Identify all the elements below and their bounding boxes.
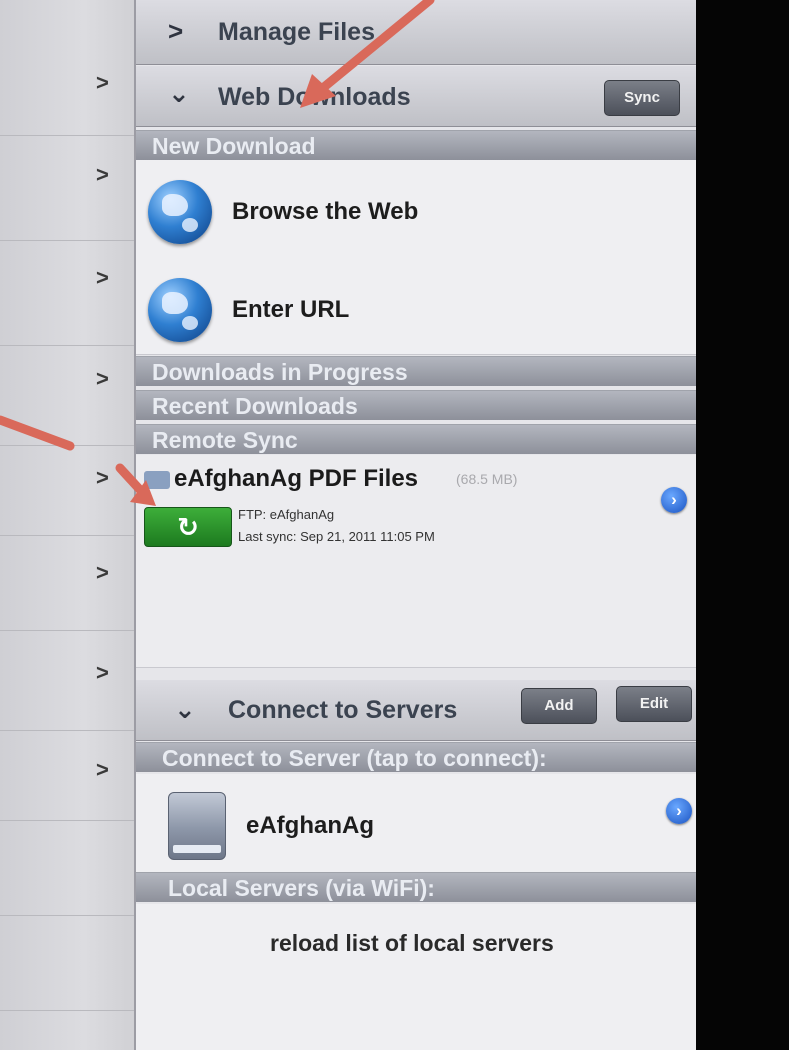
annotation-arrow-top xyxy=(300,0,435,108)
annotation-arrow-middle xyxy=(115,463,156,506)
annotation-arrow-left xyxy=(0,415,75,451)
annotation-arrows xyxy=(0,0,435,506)
